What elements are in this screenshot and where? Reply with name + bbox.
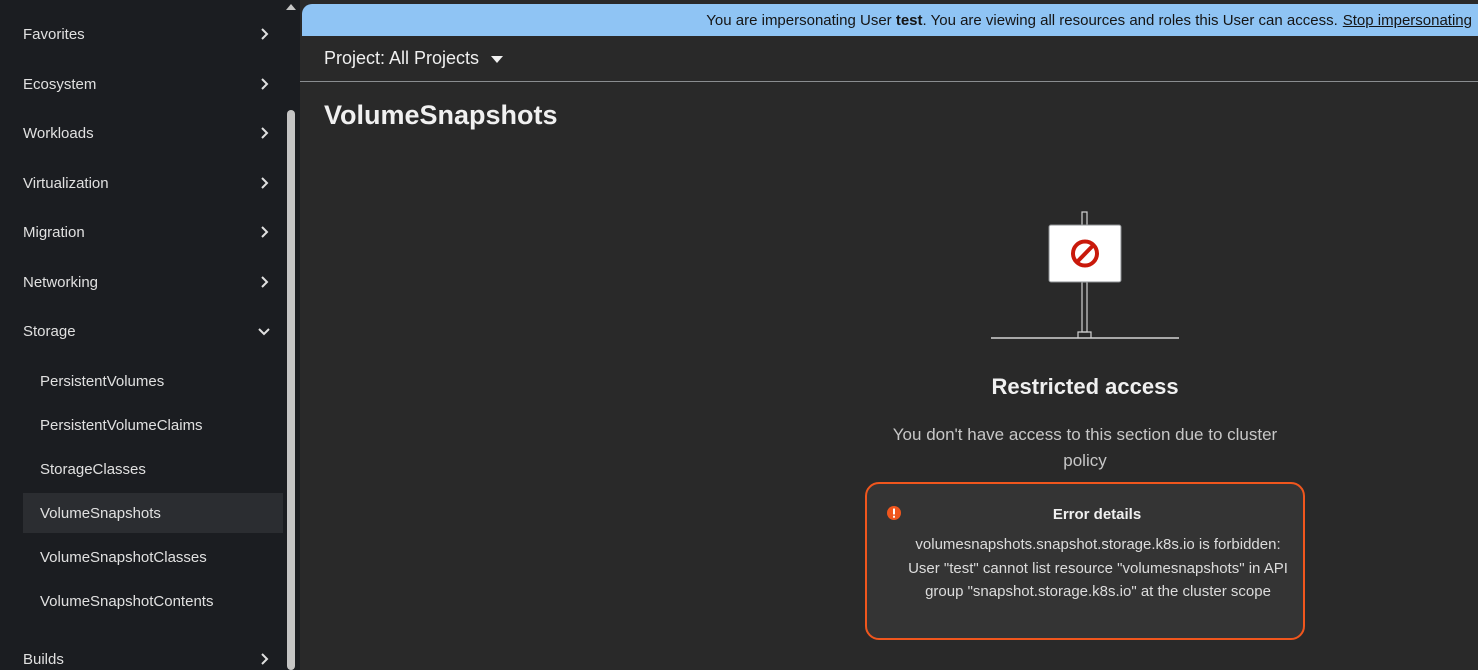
- main-content: You are impersonating User test. You are…: [300, 0, 1478, 670]
- sidebar-item-label: Storage: [23, 322, 76, 340]
- sidebar-item-label: Networking: [23, 273, 99, 291]
- stop-impersonating-link[interactable]: Stop impersonating: [1343, 12, 1472, 29]
- error-title: Error details: [1052, 506, 1142, 523]
- banner-suffix: . You are viewing all resources and role…: [922, 11, 1338, 29]
- app-root: Favorites Ecosystem Workloads Virtualiza…: [0, 0, 1478, 670]
- error-details-alert: Error details volumesnapshots.snapshot.s…: [865, 482, 1305, 640]
- chevron-right-icon: [261, 653, 269, 665]
- banner-prefix: You are impersonating User: [706, 11, 892, 29]
- caret-down-icon: [491, 56, 504, 63]
- sidebar-item-label: PersistentVolumeClaims: [40, 416, 203, 434]
- sidebar-item-label: VolumeSnapshotContents: [40, 592, 214, 610]
- sidebar-item-volumesnapshotcontents[interactable]: VolumeSnapshotContents: [23, 581, 283, 621]
- sidebar-item-volumesnapshotclasses[interactable]: VolumeSnapshotClasses: [23, 537, 283, 577]
- sidebar-item-persistentvolumeclaims[interactable]: PersistentVolumeClaims: [23, 405, 283, 445]
- sidebar-nav: Favorites Ecosystem Workloads Virtualiza…: [0, 0, 300, 670]
- page-title: VolumeSnapshots: [324, 100, 558, 130]
- sidebar-item-virtualization[interactable]: Virtualization: [23, 171, 275, 195]
- chevron-right-icon: [261, 276, 269, 288]
- chevron-right-icon: [261, 28, 269, 40]
- project-bar: Project: All Projects: [300, 36, 1478, 82]
- chevron-right-icon: [261, 78, 269, 90]
- chevron-right-icon: [261, 127, 269, 139]
- chevron-right-icon: [261, 177, 269, 189]
- sidebar-item-ecosystem[interactable]: Ecosystem: [23, 72, 275, 96]
- sidebar-item-label: Favorites: [23, 25, 85, 43]
- impersonation-banner: You are impersonating User test. You are…: [302, 4, 1478, 36]
- sidebar-item-label: Ecosystem: [23, 75, 97, 93]
- sidebar-item-label: PersistentVolumes: [40, 372, 165, 390]
- sidebar-item-label: Workloads: [23, 124, 94, 142]
- chevron-right-icon: [261, 226, 269, 238]
- sidebar-item-persistentvolumes[interactable]: PersistentVolumes: [23, 361, 283, 401]
- sidebar-item-label: VolumeSnapshotClasses: [40, 548, 207, 566]
- ban-sign-icon: [991, 211, 1179, 339]
- sidebar-item-favorites[interactable]: Favorites: [23, 22, 275, 46]
- banner-user: test: [895, 11, 923, 29]
- sidebar-scrollbar-thumb[interactable]: [287, 110, 295, 670]
- sidebar-item-storage[interactable]: Storage: [23, 319, 275, 343]
- sidebar-item-builds[interactable]: Builds: [23, 647, 275, 670]
- sidebar-item-label: Builds: [23, 650, 64, 668]
- sidebar-item-storageclasses[interactable]: StorageClasses: [23, 449, 283, 489]
- sidebar-item-label: StorageClasses: [40, 460, 146, 478]
- empty-state-title: Restricted access: [991, 374, 1179, 399]
- empty-state-body: You don't have access to this section du…: [892, 425, 1278, 470]
- sidebar-item-volumesnapshots[interactable]: VolumeSnapshots: [23, 493, 283, 533]
- error-message: volumesnapshots.snapshot.storage.k8s.io …: [908, 536, 1288, 600]
- sidebar-item-label: Virtualization: [23, 174, 109, 192]
- sidebar-item-workloads[interactable]: Workloads: [23, 121, 275, 145]
- sidebar-item-label: Migration: [23, 223, 85, 241]
- project-selector-dropdown[interactable]: Project: All Projects: [324, 48, 504, 69]
- sidebar-item-networking[interactable]: Networking: [23, 270, 275, 294]
- sidebar-item-migration[interactable]: Migration: [23, 220, 275, 244]
- scroll-up-arrow-icon[interactable]: [286, 4, 296, 10]
- project-selector-label: Project: All Projects: [324, 48, 480, 68]
- chevron-down-icon: [258, 328, 270, 336]
- sidebar-item-label: VolumeSnapshots: [40, 504, 161, 522]
